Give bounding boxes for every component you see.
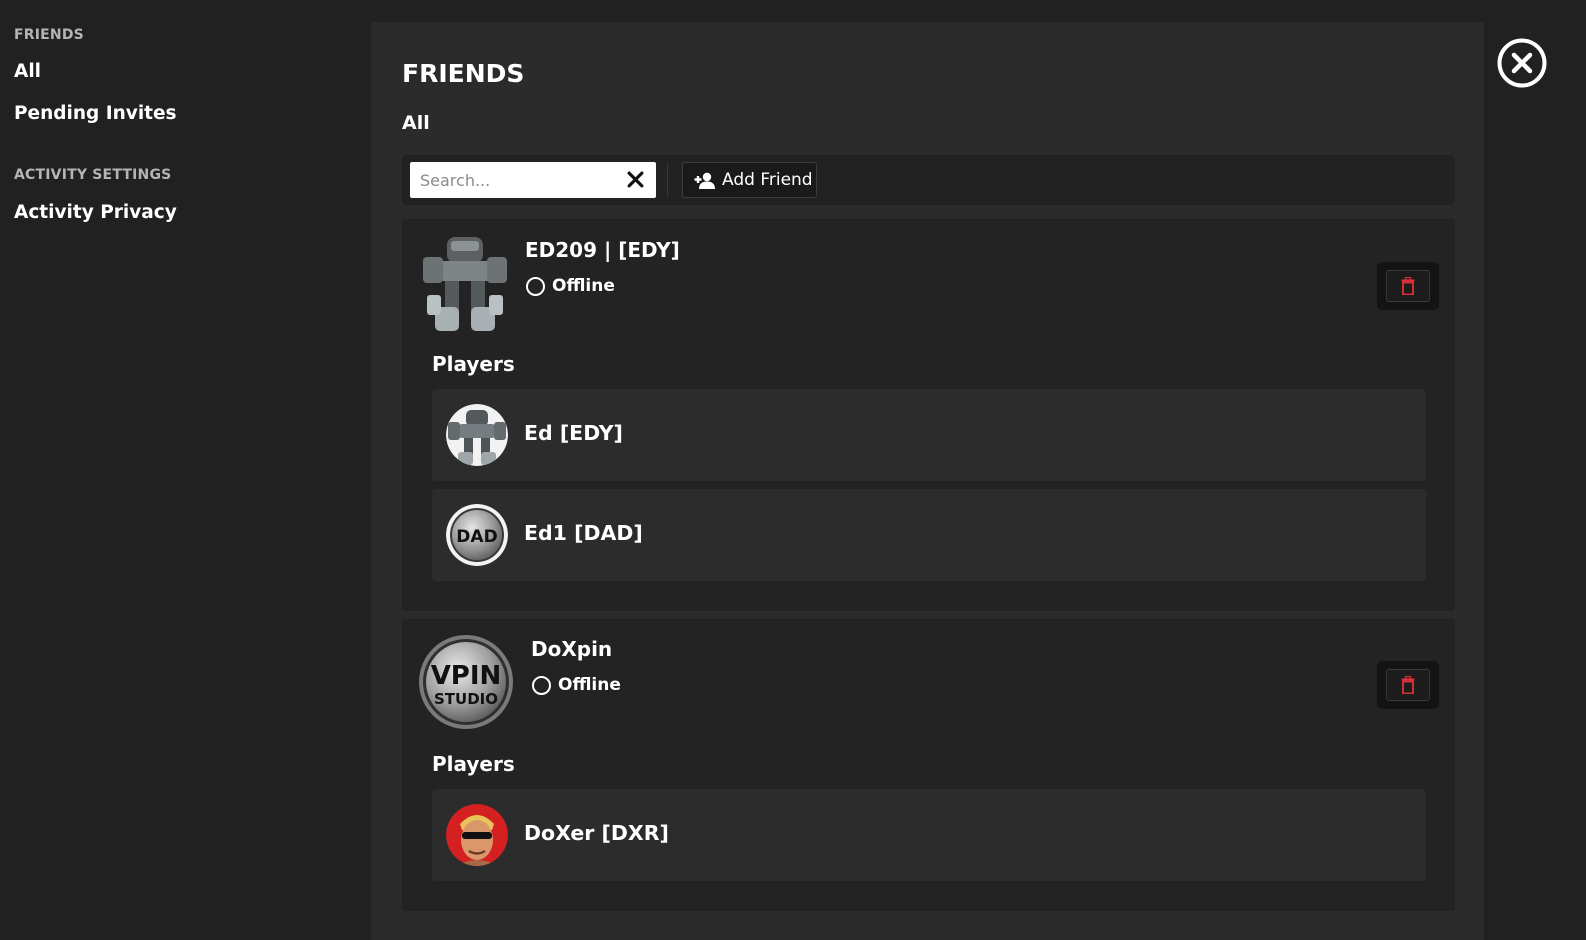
- add-friend-label: Add Friend: [722, 170, 813, 190]
- friend-card: VPIN STUDIO DoXpin Offline Players DoXer…: [402, 619, 1455, 911]
- player-row[interactable]: DoXer [DXR]: [432, 789, 1426, 881]
- player-row[interactable]: Ed [EDY]: [432, 389, 1426, 481]
- player-name: Ed [EDY]: [524, 421, 623, 445]
- delete-friend-button[interactable]: [1386, 270, 1430, 302]
- dad-badge-avatar: DAD: [446, 504, 508, 566]
- sidebar-item-pending-invites[interactable]: Pending Invites: [14, 103, 177, 124]
- player-name: DoXer [DXR]: [524, 821, 669, 845]
- close-circle-icon[interactable]: [1497, 38, 1547, 88]
- trash-icon: [1401, 676, 1415, 694]
- sidebar-item-activity-privacy[interactable]: Activity Privacy: [14, 202, 177, 223]
- svg-text:STUDIO: STUDIO: [434, 690, 498, 708]
- toolbar: Add Friend: [402, 155, 1455, 205]
- svg-text:DAD: DAD: [456, 527, 497, 547]
- sidebar-section-friends: FRIENDS: [14, 27, 84, 43]
- player-name: Ed1 [DAD]: [524, 521, 643, 545]
- players-label: Players: [432, 752, 515, 776]
- add-person-icon: [694, 172, 715, 189]
- delete-friend-button[interactable]: [1386, 669, 1430, 701]
- delete-friend-wrap: [1377, 262, 1439, 310]
- players-label: Players: [432, 352, 515, 376]
- sidebar: FRIENDS All Pending Invites ACTIVITY SET…: [0, 0, 371, 940]
- delete-friend-wrap: [1377, 661, 1439, 709]
- friend-card: ED209 | [EDY] Offline Players Ed [EDY] D…: [402, 219, 1455, 611]
- player-row[interactable]: DAD Ed1 [DAD]: [432, 489, 1426, 581]
- status-offline-icon: [526, 276, 545, 296]
- add-friend-button[interactable]: Add Friend: [682, 162, 817, 198]
- clear-x-icon[interactable]: [627, 171, 644, 188]
- search-box: [410, 162, 656, 198]
- toolbar-divider: [667, 163, 668, 197]
- friend-status: Offline: [532, 675, 621, 695]
- search-input[interactable]: [410, 162, 620, 198]
- trash-icon: [1401, 277, 1415, 295]
- friends-panel: FRIENDS All Add Friend: [371, 22, 1484, 940]
- face-avatar: [446, 804, 508, 866]
- svg-text:VPIN: VPIN: [431, 661, 502, 691]
- friend-name: ED209 | [EDY]: [525, 238, 680, 262]
- friend-status-label: Offline: [552, 276, 615, 296]
- friend-status: Offline: [526, 276, 615, 296]
- friend-status-label: Offline: [558, 675, 621, 695]
- page-subtitle: All: [402, 112, 430, 134]
- friend-name: DoXpin: [531, 637, 613, 661]
- robot-avatar: [446, 404, 508, 466]
- sidebar-item-all[interactable]: All: [14, 61, 41, 82]
- status-offline-icon: [532, 675, 551, 695]
- vpin-studio-avatar: VPIN STUDIO: [419, 635, 513, 729]
- page-title: FRIENDS: [402, 59, 525, 88]
- sidebar-section-activity-settings: ACTIVITY SETTINGS: [14, 167, 172, 183]
- robot-avatar: [423, 237, 507, 331]
